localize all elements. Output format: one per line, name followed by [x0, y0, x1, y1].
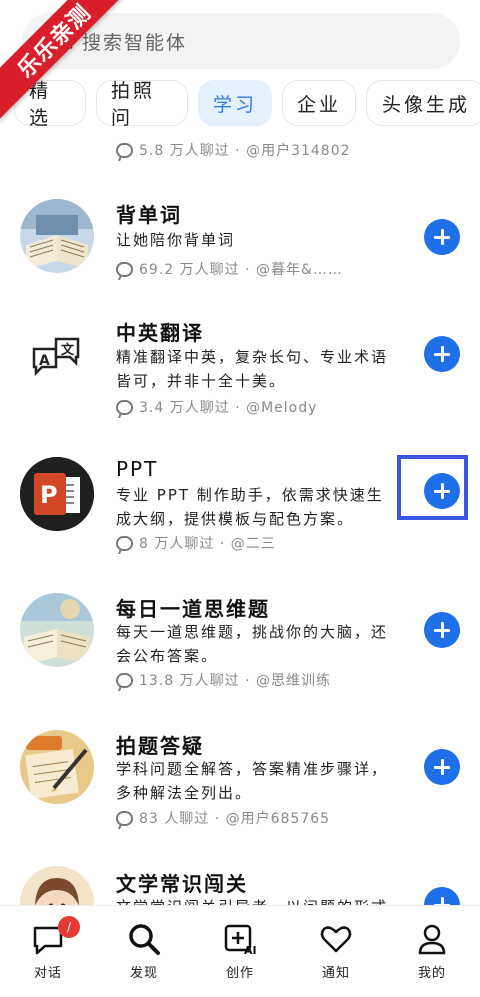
chat-count-icon: [116, 261, 133, 277]
tab-enterprise[interactable]: 企业: [282, 80, 356, 126]
translate-icon: A 文: [20, 321, 94, 395]
study-book-icon: [20, 593, 94, 667]
tab-photo-ask[interactable]: 拍照问: [96, 80, 188, 129]
nav-label: 我的: [417, 966, 446, 981]
add-agent-button[interactable]: [424, 749, 460, 785]
nav-discover[interactable]: 发现: [104, 922, 184, 981]
agent-meta: 8 万人聊过 · @二三: [116, 533, 276, 553]
chat-count-icon: [116, 399, 133, 415]
svg-text:P: P: [40, 481, 58, 509]
agent-title: PPT: [116, 457, 159, 481]
powerpoint-icon: P: [20, 457, 94, 531]
create-ai-icon: AI: [223, 922, 257, 957]
agent-description: 专业 PPT 制作助手，依需求快速生成大纲，提供模板与配色方案。: [116, 486, 384, 528]
agent-title: 拍题答疑: [116, 734, 204, 758]
agent-title: 背单词: [116, 203, 182, 227]
agent-description: 每天一道思维题，挑战你的大脑，还会公布答案。: [116, 623, 389, 665]
tab-study[interactable]: 学习: [198, 80, 272, 126]
search-icon: [127, 922, 161, 956]
notification-badge: /: [58, 916, 80, 938]
nav-label: 创作: [225, 966, 254, 981]
svg-text:文: 文: [61, 342, 75, 358]
add-agent-button[interactable]: [424, 612, 460, 648]
nav-create[interactable]: AI 创作: [200, 922, 280, 981]
nav-profile[interactable]: 我的: [392, 922, 472, 981]
open-book-icon: [20, 199, 94, 273]
notebook-pen-icon: [20, 730, 94, 804]
agent-meta: 69.2 万人聊过 · @暮年&……: [116, 259, 343, 279]
chat-count-icon: [116, 142, 133, 158]
nav-notifications[interactable]: 通知: [296, 922, 376, 981]
heart-icon: [319, 922, 353, 956]
nav-label: 对话: [33, 966, 62, 981]
nav-label: 通知: [321, 966, 350, 981]
add-agent-button[interactable]: [424, 219, 460, 255]
svg-text:AI: AI: [244, 944, 257, 956]
bottom-navigation: / 对话 发现 AI 创作 通知 我的: [0, 905, 480, 997]
tab-avatar-generate[interactable]: 头像生成: [366, 80, 480, 126]
agent-description: 精准翻译中英，复杂长句、专业术语皆可，并非十全十美。: [116, 348, 389, 390]
agent-title: 中英翻译: [116, 321, 204, 345]
agent-meta: 13.8 万人聊过 · @思维训练: [116, 670, 331, 690]
agent-description: 学科问题全解答，答案精准步骤详，多种解法全列出。: [116, 760, 389, 802]
agent-title: 每日一道思维题: [116, 597, 270, 621]
profile-icon: [415, 922, 449, 956]
previous-card-meta: 5.8 万人聊过 · @用户314802: [116, 140, 351, 160]
add-agent-button[interactable]: [424, 336, 460, 372]
chat-count-icon: [116, 535, 133, 551]
search-placeholder: 搜索智能体: [82, 31, 188, 54]
agent-title: 文学常识闯关: [116, 872, 248, 896]
chat-count-icon: [116, 810, 133, 826]
category-tabs: 精选 拍照问 学习 企业 头像生成: [14, 80, 480, 129]
svg-text:A: A: [39, 353, 50, 369]
highlight-box: [397, 455, 468, 520]
agent-meta: 83 人聊过 · @用户685765: [116, 808, 330, 828]
nav-chat[interactable]: / 对话: [8, 916, 88, 981]
agent-description: 让她陪你背单词: [116, 231, 236, 249]
chat-count-icon: [116, 672, 133, 688]
nav-label: 发现: [129, 966, 158, 981]
agent-meta: 3.4 万人聊过 · @Melody: [116, 397, 317, 417]
